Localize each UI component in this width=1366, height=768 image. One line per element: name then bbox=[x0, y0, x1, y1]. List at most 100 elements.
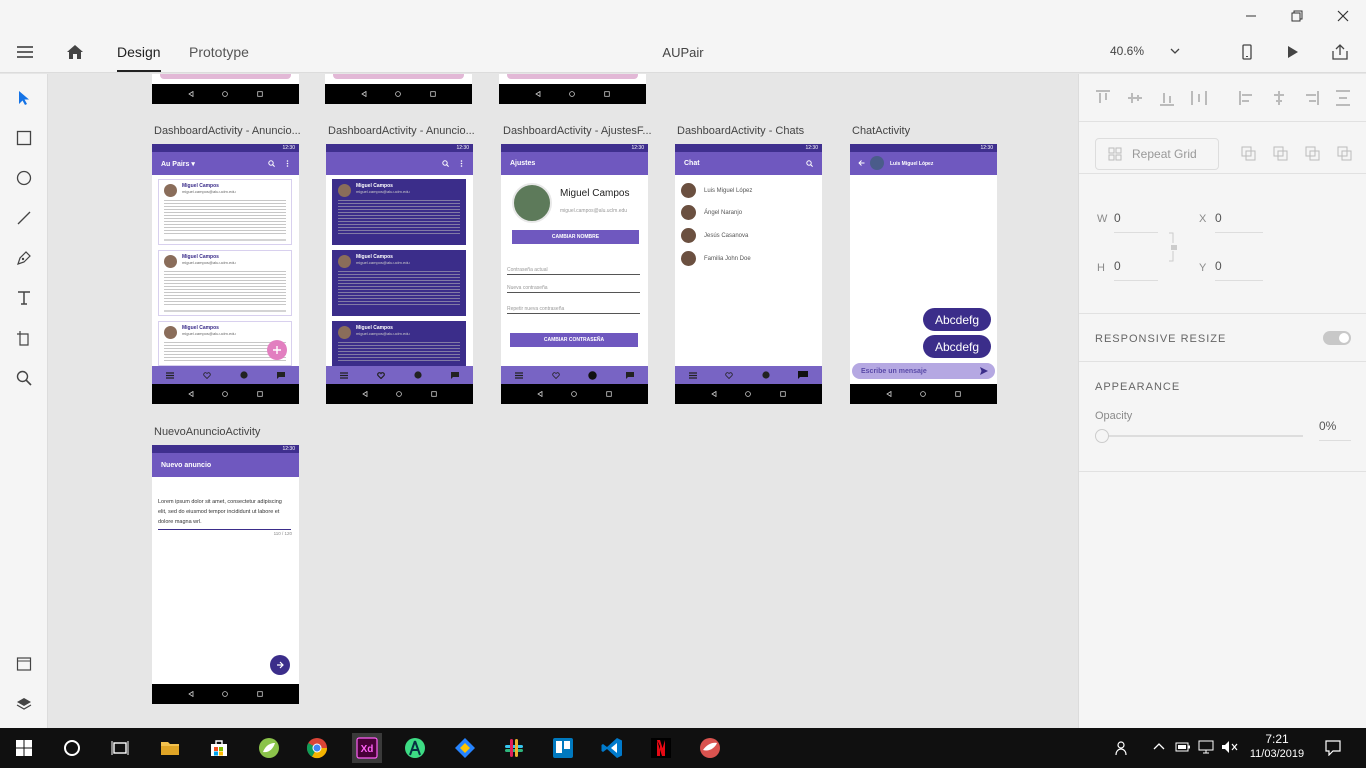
zoom-tool[interactable] bbox=[12, 366, 36, 390]
align-left-icon[interactable] bbox=[1239, 90, 1255, 106]
pen-tool[interactable] bbox=[12, 246, 36, 270]
artboard-chats[interactable]: 12:30 Chat Luis Miguel López Ángel Naran… bbox=[675, 144, 822, 404]
device-preview-button[interactable] bbox=[1238, 43, 1256, 61]
artboard-anuncios-1[interactable]: 12:30 Au Pairs ▾ Miguel Campos miguel.ca… bbox=[152, 144, 299, 404]
taskbar-app-bird[interactable] bbox=[695, 733, 725, 763]
message-input[interactable]: Escribe un mensaje bbox=[852, 363, 995, 379]
boolean-add-icon[interactable] bbox=[1241, 146, 1257, 162]
play-preview-button[interactable] bbox=[1284, 43, 1302, 61]
chevron-up-icon[interactable] bbox=[1153, 742, 1165, 750]
cortana-button[interactable] bbox=[57, 733, 87, 763]
design-canvas[interactable]: DashboardActivity - Anuncio... Dashboard… bbox=[49, 74, 1077, 728]
taskbar-app-green[interactable] bbox=[254, 733, 284, 763]
artboard-label[interactable]: DashboardActivity - Anuncio... bbox=[154, 125, 301, 137]
align-right-icon[interactable] bbox=[1303, 90, 1319, 106]
distribute-horizontal-icon[interactable] bbox=[1191, 90, 1207, 106]
battery-icon[interactable] bbox=[1175, 742, 1191, 752]
taskbar-android-studio[interactable] bbox=[400, 733, 430, 763]
fab-add-button[interactable] bbox=[267, 340, 287, 360]
chat-list-item[interactable]: Familia John Doe bbox=[681, 251, 751, 266]
change-name-button[interactable]: CAMBIAR NOMBRE bbox=[512, 230, 639, 244]
artboard-label[interactable]: DashboardActivity - AjustesF... bbox=[503, 125, 652, 137]
opacity-slider-thumb[interactable] bbox=[1095, 429, 1109, 443]
share-button[interactable] bbox=[1330, 42, 1350, 62]
boolean-subtract-icon[interactable] bbox=[1273, 146, 1289, 162]
start-button[interactable] bbox=[9, 733, 39, 763]
opacity-slider[interactable] bbox=[1095, 429, 1303, 443]
artboard-tool[interactable] bbox=[12, 326, 36, 350]
line-tool[interactable] bbox=[12, 206, 36, 230]
artboard-nuevo-anuncio[interactable]: 12:30 Nuevo anuncio Lorem ipsum dolor si… bbox=[152, 445, 299, 704]
artboard-partial[interactable] bbox=[325, 74, 472, 104]
taskbar-file-explorer[interactable] bbox=[155, 733, 185, 763]
chat-list-item[interactable]: Luis Miguel López bbox=[681, 183, 752, 198]
clock-date[interactable]: 11/03/2019 bbox=[1246, 748, 1308, 760]
artboard-chat-activity[interactable]: 12:30 Luis Miguel López Abcdefg Abcdefg … bbox=[850, 144, 997, 404]
assets-panel-button[interactable] bbox=[12, 652, 36, 676]
repeat-password-field[interactable]: Repetir nueva contraseña bbox=[507, 306, 640, 314]
task-view-button[interactable] bbox=[105, 733, 135, 763]
taskbar-slack[interactable] bbox=[499, 733, 529, 763]
close-window-button[interactable] bbox=[1320, 0, 1366, 32]
tab-design[interactable]: Design bbox=[117, 44, 161, 72]
ad-card-favorite[interactable]: Miguel Campos miguel.campos@alu.uclm.edu bbox=[332, 321, 466, 366]
notifications-icon[interactable] bbox=[1325, 740, 1341, 756]
artboard-partial[interactable] bbox=[499, 74, 646, 104]
tab-prototype[interactable]: Prototype bbox=[189, 44, 249, 60]
align-middle-icon[interactable] bbox=[1127, 90, 1143, 106]
minimize-button[interactable] bbox=[1228, 0, 1274, 32]
ad-card[interactable]: Miguel Campos miguel.campos@alu.uclm.edu bbox=[158, 179, 292, 245]
taskbar-netflix[interactable] bbox=[646, 733, 676, 763]
artboard-label[interactable]: NuevoAnuncioActivity bbox=[154, 426, 260, 438]
repeat-grid-button[interactable]: Repeat Grid bbox=[1095, 138, 1219, 170]
ad-card-favorite[interactable]: Miguel Campos miguel.campos@alu.uclm.edu bbox=[332, 250, 466, 316]
height-input[interactable]: 0 bbox=[1114, 259, 1121, 273]
align-bottom-icon[interactable] bbox=[1159, 90, 1175, 106]
home-button[interactable] bbox=[64, 42, 86, 62]
rectangle-tool[interactable] bbox=[12, 126, 36, 150]
responsive-resize-toggle[interactable] bbox=[1323, 331, 1351, 345]
clock-time[interactable]: 7:21 bbox=[1250, 732, 1304, 746]
hamburger-menu-button[interactable] bbox=[14, 42, 36, 62]
new-password-field[interactable]: Nueva contraseña bbox=[507, 285, 640, 293]
change-password-button[interactable]: CAMBIAR CONTRASEÑA bbox=[510, 333, 638, 347]
artboard-label[interactable]: ChatActivity bbox=[852, 125, 910, 137]
align-center-icon[interactable] bbox=[1271, 90, 1287, 106]
submit-ad-button[interactable] bbox=[270, 655, 290, 675]
ad-card-favorite[interactable]: Miguel Campos miguel.campos@alu.uclm.edu bbox=[332, 179, 466, 245]
volume-muted-icon[interactable] bbox=[1221, 740, 1239, 754]
taskbar-trello[interactable] bbox=[548, 733, 578, 763]
distribute-vertical-icon[interactable] bbox=[1335, 90, 1351, 106]
align-top-icon[interactable] bbox=[1095, 90, 1111, 106]
artboard-label[interactable]: DashboardActivity - Anuncio... bbox=[328, 125, 475, 137]
text-tool[interactable] bbox=[12, 286, 36, 310]
artboard-ajustes[interactable]: 12:30 Ajustes Miguel Campos miguel.campo… bbox=[501, 144, 648, 404]
current-password-field[interactable]: Contraseña actual bbox=[507, 267, 640, 275]
artboard-label[interactable]: DashboardActivity - Chats bbox=[677, 125, 804, 137]
taskbar-store[interactable] bbox=[204, 733, 234, 763]
people-icon[interactable] bbox=[1115, 740, 1131, 756]
boolean-exclude-icon[interactable] bbox=[1337, 146, 1353, 162]
artboard-anuncios-2[interactable]: 12:30 Miguel Campos miguel.campos@alu.uc… bbox=[326, 144, 473, 404]
zoom-dropdown-button[interactable] bbox=[1168, 45, 1182, 57]
ellipse-tool[interactable] bbox=[12, 166, 36, 190]
ad-body-textarea[interactable]: Lorem ipsum dolor sit amet, consectetur … bbox=[158, 497, 291, 530]
x-input[interactable]: 0 bbox=[1215, 211, 1222, 225]
lock-aspect-icon[interactable] bbox=[1167, 232, 1181, 262]
select-tool[interactable] bbox=[12, 86, 36, 110]
boolean-intersect-icon[interactable] bbox=[1305, 146, 1321, 162]
chat-list-item[interactable]: Jesús Casanova bbox=[681, 228, 748, 243]
layers-panel-button[interactable] bbox=[12, 692, 36, 716]
artboard-partial[interactable] bbox=[152, 74, 299, 104]
zoom-level[interactable]: 40.6% bbox=[1110, 44, 1144, 58]
chat-list-item[interactable]: Ángel Naranjo bbox=[681, 205, 742, 220]
restore-button[interactable] bbox=[1274, 0, 1320, 32]
opacity-value[interactable]: 0% bbox=[1319, 419, 1336, 433]
network-icon[interactable] bbox=[1198, 740, 1216, 754]
taskbar-sourcetree[interactable] bbox=[450, 733, 480, 763]
send-icon[interactable] bbox=[980, 367, 988, 375]
taskbar-adobe-xd[interactable]: Xd bbox=[352, 733, 382, 763]
width-input[interactable]: 0 bbox=[1114, 211, 1121, 225]
taskbar-chrome[interactable] bbox=[302, 733, 332, 763]
y-input[interactable]: 0 bbox=[1215, 259, 1222, 273]
